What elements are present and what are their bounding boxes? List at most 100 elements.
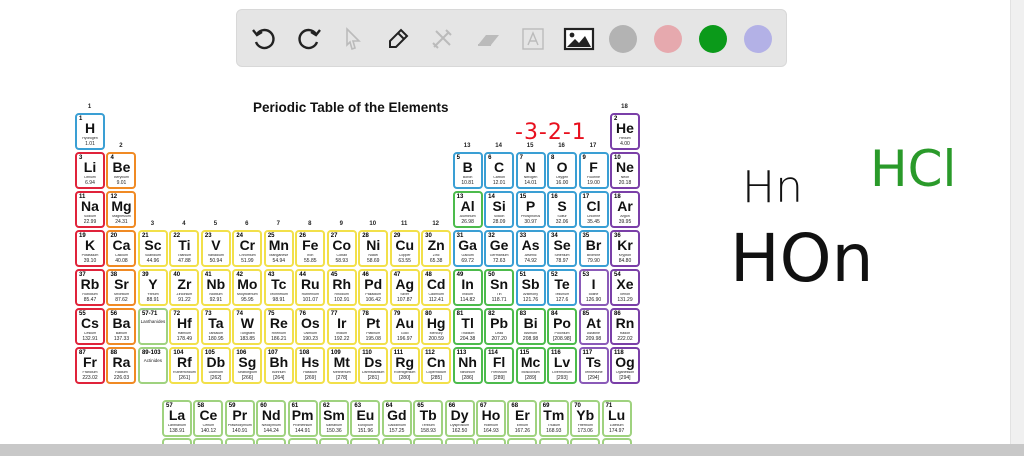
atomic-mass: 151.96 <box>357 427 374 434</box>
element-symbol: Ag <box>395 276 415 292</box>
atomic-number: 3 <box>79 155 83 161</box>
atomic-number: 31 <box>456 233 464 239</box>
redo-icon[interactable] <box>292 22 326 56</box>
atomic-number: 73 <box>204 311 212 317</box>
atomic-number: 112 <box>425 350 435 356</box>
undo-icon[interactable] <box>247 22 281 56</box>
handwritten-hcl: HCl <box>870 140 957 198</box>
tools-icon[interactable] <box>425 22 459 56</box>
atomic-mass: 196.97 <box>397 335 413 342</box>
element-cell-y: 39 Y Yttrium 88.91 <box>137 269 168 306</box>
element-cell-at: 85 At Astatine 209.98 <box>578 308 609 345</box>
element-cell-re: 75 Re Rhenium 186.21 <box>263 308 294 345</box>
element-symbol: Si <box>492 198 506 214</box>
atomic-mass: 168.93 <box>546 427 562 434</box>
element-symbol: Rf <box>177 354 192 370</box>
atomic-mass: [278] <box>336 374 348 381</box>
color-lavender-swatch[interactable] <box>741 22 775 56</box>
group-number: 8 <box>308 221 312 227</box>
atomic-number: 30 <box>425 233 432 239</box>
atomic-mass: 58.69 <box>366 257 380 264</box>
atomic-mass: 132.91 <box>82 335 98 342</box>
element-symbol: Na <box>81 198 99 214</box>
color-green-swatch[interactable] <box>696 22 730 56</box>
range-label: 89-103 <box>141 350 161 356</box>
group-number: 13 <box>463 143 471 149</box>
atomic-mass: 1.01 <box>85 140 95 147</box>
atomic-mass: 40.08 <box>115 257 128 264</box>
atomic-number: 5 <box>456 155 460 161</box>
element-symbol: C <box>494 159 505 175</box>
atomic-number: 111 <box>393 350 404 356</box>
element-symbol: Hs <box>301 354 320 370</box>
element-cell-f: 9 F Fluorine 19.00 <box>578 152 609 189</box>
element-cell-ne: 10 Ne Neon 20.18 <box>609 152 640 189</box>
atomic-number: 53 <box>582 272 590 278</box>
element-symbol: Fl <box>492 354 506 370</box>
element-cell-dy: 66 Dy Dysprosium 162.50 <box>444 400 475 437</box>
atomic-number: 2 <box>613 116 618 122</box>
element-symbol: Hf <box>177 315 192 331</box>
atomic-mass: [208.98] <box>553 335 572 342</box>
color-pink-swatch[interactable] <box>651 22 685 56</box>
element-cell-mo: 42 Mo Molybdenum 95.95 <box>232 269 263 306</box>
element-cell-ta: 73 Ta Tantalum 180.95 <box>200 308 231 345</box>
eraser-icon[interactable] <box>471 22 505 56</box>
select-cursor-icon[interactable] <box>336 22 370 56</box>
element-cell-ru: 44 Ru Ruthenium 101.07 <box>295 269 326 306</box>
element-cell-zn: 30 Zn Zinc 65.38 <box>421 230 452 267</box>
element-symbol: Ce <box>199 407 218 423</box>
atomic-mass: 140.12 <box>200 427 217 434</box>
element-symbol: Mn <box>268 237 289 253</box>
element-cell-o: 8 O Oxygen 16.00 <box>547 152 578 189</box>
atomic-mass: [293] <box>556 374 568 381</box>
element-cell-fl: 114 Fl Flerovium [289] <box>484 347 515 384</box>
atomic-number: 6 <box>488 155 492 161</box>
text-tool-icon[interactable] <box>516 22 550 56</box>
element-symbol: Cs <box>81 315 99 331</box>
element-cell-in: 49 In Indium 114.82 <box>452 269 483 306</box>
whiteboard-canvas[interactable]: Periodic Table of the Elements 1 H Hydroge… <box>0 80 1008 444</box>
element-cell-cr: 24 Cr Chromium 51.99 <box>232 230 263 267</box>
pen-icon[interactable] <box>381 22 415 56</box>
atomic-mass: 55.85 <box>304 257 317 264</box>
atomic-number: 109 <box>330 350 341 356</box>
atomic-number: 18 <box>613 194 621 200</box>
element-symbol: Co <box>332 237 352 253</box>
atomic-number: 65 <box>417 403 424 409</box>
element-symbol: Rg <box>395 354 415 370</box>
element-cell-sc: 21 Sc Scandium 44.96 <box>137 230 168 267</box>
atomic-number: 8 <box>551 155 555 161</box>
atomic-mass: 39.95 <box>618 218 632 225</box>
element-cell-p: 15 P Phosphorus 30.97 <box>515 191 546 228</box>
horizontal-scrollbar[interactable] <box>0 444 1024 456</box>
atomic-number: 48 <box>425 272 432 278</box>
atomic-number: 14 <box>488 194 495 200</box>
vertical-scrollbar[interactable] <box>1010 0 1024 444</box>
element-cell-ra: 88 Ra Radium 226.03 <box>106 347 137 384</box>
atomic-mass: 195.08 <box>365 335 381 342</box>
element-symbol: V <box>211 237 221 253</box>
atomic-number: 36 <box>613 233 621 239</box>
atomic-mass: [261] <box>178 374 190 381</box>
element-cell-er: 68 Er Erbium 167.26 <box>507 400 538 437</box>
image-icon[interactable] <box>562 22 596 56</box>
group-number: 9 <box>339 221 343 227</box>
element-cell-pr: 59 Pr Praseodymium 140.91 <box>224 400 255 437</box>
element-symbol: O <box>556 159 568 175</box>
atomic-number: 58 <box>197 403 205 409</box>
element-symbol: Pm <box>291 407 314 423</box>
element-symbol: Ga <box>458 237 477 253</box>
atomic-number: 16 <box>551 194 558 200</box>
atomic-number: 24 <box>236 233 244 239</box>
actinides-placeholder: 89-103 Actinides <box>137 347 168 384</box>
atomic-number: 43 <box>267 272 275 278</box>
color-gray-swatch[interactable] <box>606 22 640 56</box>
element-symbol: Nd <box>261 407 281 423</box>
atomic-mass: [294] <box>587 374 600 381</box>
element-symbol: Ba <box>112 315 131 331</box>
element-symbol: Rh <box>332 276 352 292</box>
atomic-mass: [294] <box>619 374 631 381</box>
atomic-number: 38 <box>110 272 118 278</box>
element-cell-ga: 31 Ga Gallium 69.72 <box>452 230 483 267</box>
